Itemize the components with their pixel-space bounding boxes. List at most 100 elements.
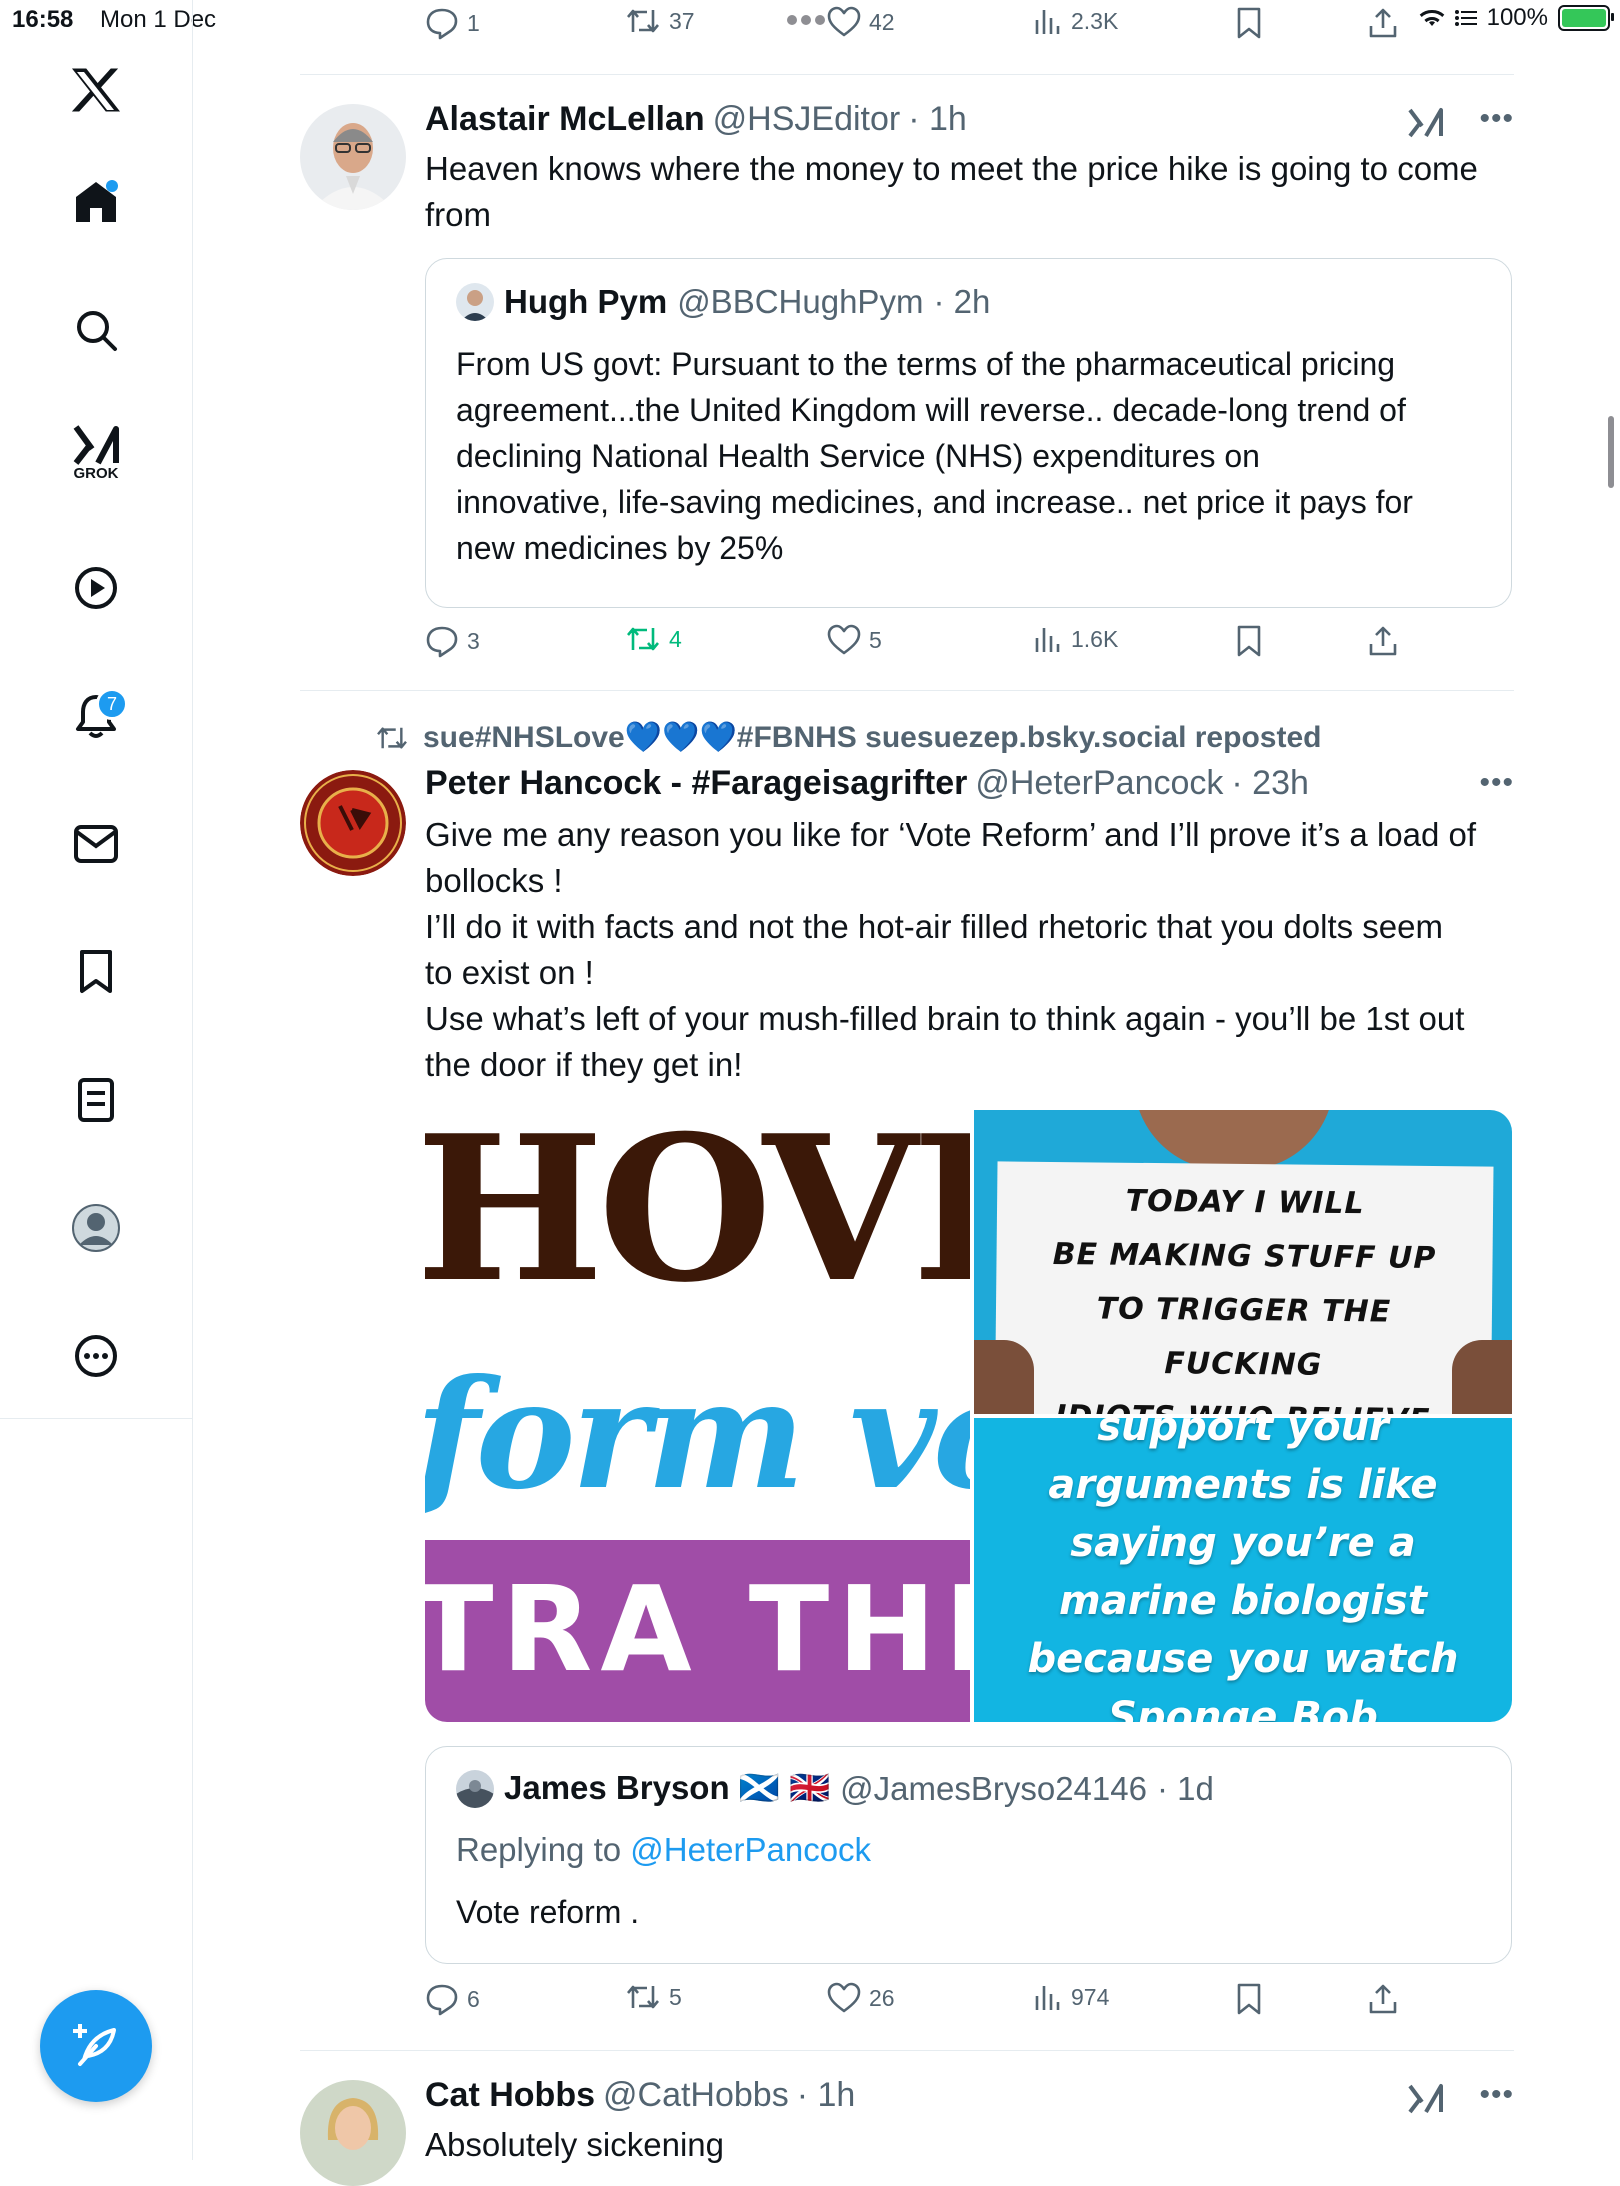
reposted-by-line[interactable]: sue#NHSLove💙💙💙#FBNHS suesuezep.bsky.soci…: [375, 720, 1321, 755]
quote-author-name[interactable]: Hugh Pym: [504, 283, 667, 321]
repost-icon: [627, 9, 659, 33]
tweet-cat-hobbs[interactable]: Cat Hobbs @CatHobbs · 1h ••• Absolutely …: [300, 2076, 1514, 2186]
bookmarks-icon[interactable]: [64, 940, 128, 1004]
quote-author-name[interactable]: James Bryson 🏴󠁧󠁢󠁳󠁣󠁴󠁿 🇬🇧: [504, 1769, 830, 1808]
tweet-header: Alastair McLellan @HSJEditor · 1h: [425, 100, 1514, 139]
reply-button[interactable]: 3: [425, 624, 480, 658]
repost-icon: [377, 726, 407, 749]
share-button[interactable]: [1367, 6, 1399, 40]
reply-bubble-icon: [426, 1984, 458, 2016]
more-options-icon[interactable]: [64, 1324, 128, 1388]
media-image-sign[interactable]: TODAY I WILL BE MAKING STUFF UP TO TRIGG…: [974, 1110, 1512, 1414]
replying-to-mention[interactable]: @HeterPancock: [630, 1831, 871, 1868]
heart-icon: [827, 6, 861, 37]
tweet-alastair[interactable]: Alastair McLellan @HSJEditor · 1h ••• He…: [300, 100, 1514, 684]
scrollbar[interactable]: [1608, 416, 1614, 488]
repost-button[interactable]: 5: [625, 1982, 682, 2012]
bookmark-icon: [1237, 1983, 1261, 2015]
heart-icon: [827, 1982, 861, 2013]
views-button[interactable]: 1.6K: [1033, 624, 1118, 654]
views-bar-chart-icon: [1035, 1986, 1060, 2010]
quote-text: From US govt: Pursuant to the terms of t…: [456, 346, 1413, 566]
quote-avatar[interactable]: [456, 1769, 494, 1808]
like-button[interactable]: 26: [827, 1982, 895, 2014]
author-handle[interactable]: @HeterPancock: [975, 764, 1223, 803]
messages-envelope-icon[interactable]: [64, 812, 128, 876]
media-grid[interactable]: HOVIS form vo TRA THI TODAY I WILL BE MA…: [425, 1110, 1512, 1722]
video-play-icon[interactable]: [64, 556, 128, 620]
repost-button[interactable]: 37: [625, 6, 695, 36]
avatar[interactable]: [300, 104, 406, 210]
repost-button[interactable]: 4: [625, 624, 682, 654]
share-button[interactable]: [1367, 624, 1399, 658]
grok-label: GROK: [73, 464, 119, 482]
bookmark-button[interactable]: [1235, 1982, 1263, 2016]
reply-button[interactable]: 6: [425, 1982, 480, 2016]
repost-icon: [627, 1985, 659, 2009]
author-handle[interactable]: @CatHobbs: [603, 2076, 789, 2115]
quote-text: Vote reform .: [456, 1894, 640, 1930]
avatar[interactable]: [300, 770, 406, 876]
media-image-meme[interactable]: support your arguments is like saying yo…: [974, 1418, 1512, 1722]
battery-icon: [1558, 5, 1614, 31]
sidebar: GROK 7: [0, 0, 193, 2160]
heart-icon: [827, 624, 861, 655]
notifications-count-badge: 7: [96, 688, 128, 720]
bookmark-button[interactable]: [1235, 624, 1263, 658]
quote-time: · 1d: [1156, 1769, 1214, 1807]
reply-button[interactable]: 1: [425, 6, 480, 40]
more-dots-icon[interactable]: •••: [1479, 102, 1514, 136]
quote-author-handle[interactable]: @JamesBryso24146: [840, 1770, 1147, 1808]
lists-icon[interactable]: [64, 1068, 128, 1132]
repost-count: 5: [669, 1983, 682, 2010]
replying-to-line: Replying to @HeterPancock: [456, 1831, 871, 1869]
tweet-divider: [300, 690, 1514, 691]
quote-author-handle[interactable]: @BBCHughPym: [677, 283, 923, 321]
author-handle[interactable]: @HSJEditor: [713, 100, 901, 139]
quoted-tweet[interactable]: Hugh Pym @BBCHughPym · 2h From US govt: …: [425, 258, 1512, 608]
more-dots-icon[interactable]: •••: [1479, 2078, 1514, 2112]
quote-avatar[interactable]: [456, 283, 494, 321]
views-count: 1.6K: [1071, 625, 1119, 652]
avatar[interactable]: [300, 2080, 406, 2186]
previous-tweet-actions: 1 37 42 2.3K: [425, 6, 1425, 46]
bookmark-button[interactable]: [1235, 6, 1263, 40]
views-button[interactable]: 974: [1033, 1982, 1109, 2012]
reply-count: 1: [467, 9, 480, 36]
media-image-hovis[interactable]: HOVIS form vo TRA THI: [425, 1110, 970, 1722]
profile-avatar-icon[interactable]: [64, 1196, 128, 1260]
quoted-tweet[interactable]: James Bryson 🏴󠁧󠁢󠁳󠁣󠁴󠁿 🇬🇧 @JamesBryso24146…: [425, 1746, 1512, 1964]
compose-post-button[interactable]: [40, 1990, 152, 2102]
hovis-text: HOVIS: [425, 1110, 970, 1327]
like-count: 42: [869, 8, 895, 35]
author-name[interactable]: Cat Hobbs: [425, 2076, 595, 2115]
tweet-divider: [300, 74, 1514, 75]
x-logo-icon[interactable]: [64, 58, 128, 122]
reply-bubble-icon: [426, 626, 458, 658]
grok-explain-icon[interactable]: [1408, 2082, 1444, 2116]
home-icon[interactable]: [64, 170, 128, 234]
battery-level: [1562, 9, 1606, 27]
left-hand: [974, 1340, 1034, 1414]
notifications-bell-icon[interactable]: 7: [64, 684, 128, 748]
grok-explain-icon[interactable]: [1408, 106, 1444, 140]
more-dots-icon[interactable]: •••: [1479, 766, 1514, 800]
tweet-text: Absolutely sickening: [425, 2126, 724, 2163]
tweet-time[interactable]: · 23h: [1231, 764, 1309, 803]
views-button[interactable]: 2.3K: [1033, 6, 1118, 36]
reposted-by-label: sue#NHSLove💙💙💙#FBNHS suesuezep.bsky.soci…: [423, 721, 1322, 754]
repost-icon: [627, 627, 659, 651]
grok-icon[interactable]: GROK: [64, 420, 128, 484]
author-name[interactable]: Alastair McLellan: [425, 100, 705, 139]
tweet-time[interactable]: · 1h: [797, 2076, 856, 2115]
search-icon[interactable]: [64, 298, 128, 362]
like-button[interactable]: 5: [827, 624, 882, 656]
tweet-divider: [300, 2050, 1514, 2051]
like-button[interactable]: 42: [827, 6, 895, 38]
repost-count: 37: [669, 7, 695, 34]
tweet-header: Cat Hobbs @CatHobbs · 1h: [425, 2076, 1514, 2115]
author-name[interactable]: Peter Hancock - #Farageisagrifter: [425, 764, 967, 803]
share-button[interactable]: [1367, 1982, 1399, 2016]
tweet-time[interactable]: · 1h: [908, 100, 967, 139]
views-count: 2.3K: [1071, 7, 1119, 34]
